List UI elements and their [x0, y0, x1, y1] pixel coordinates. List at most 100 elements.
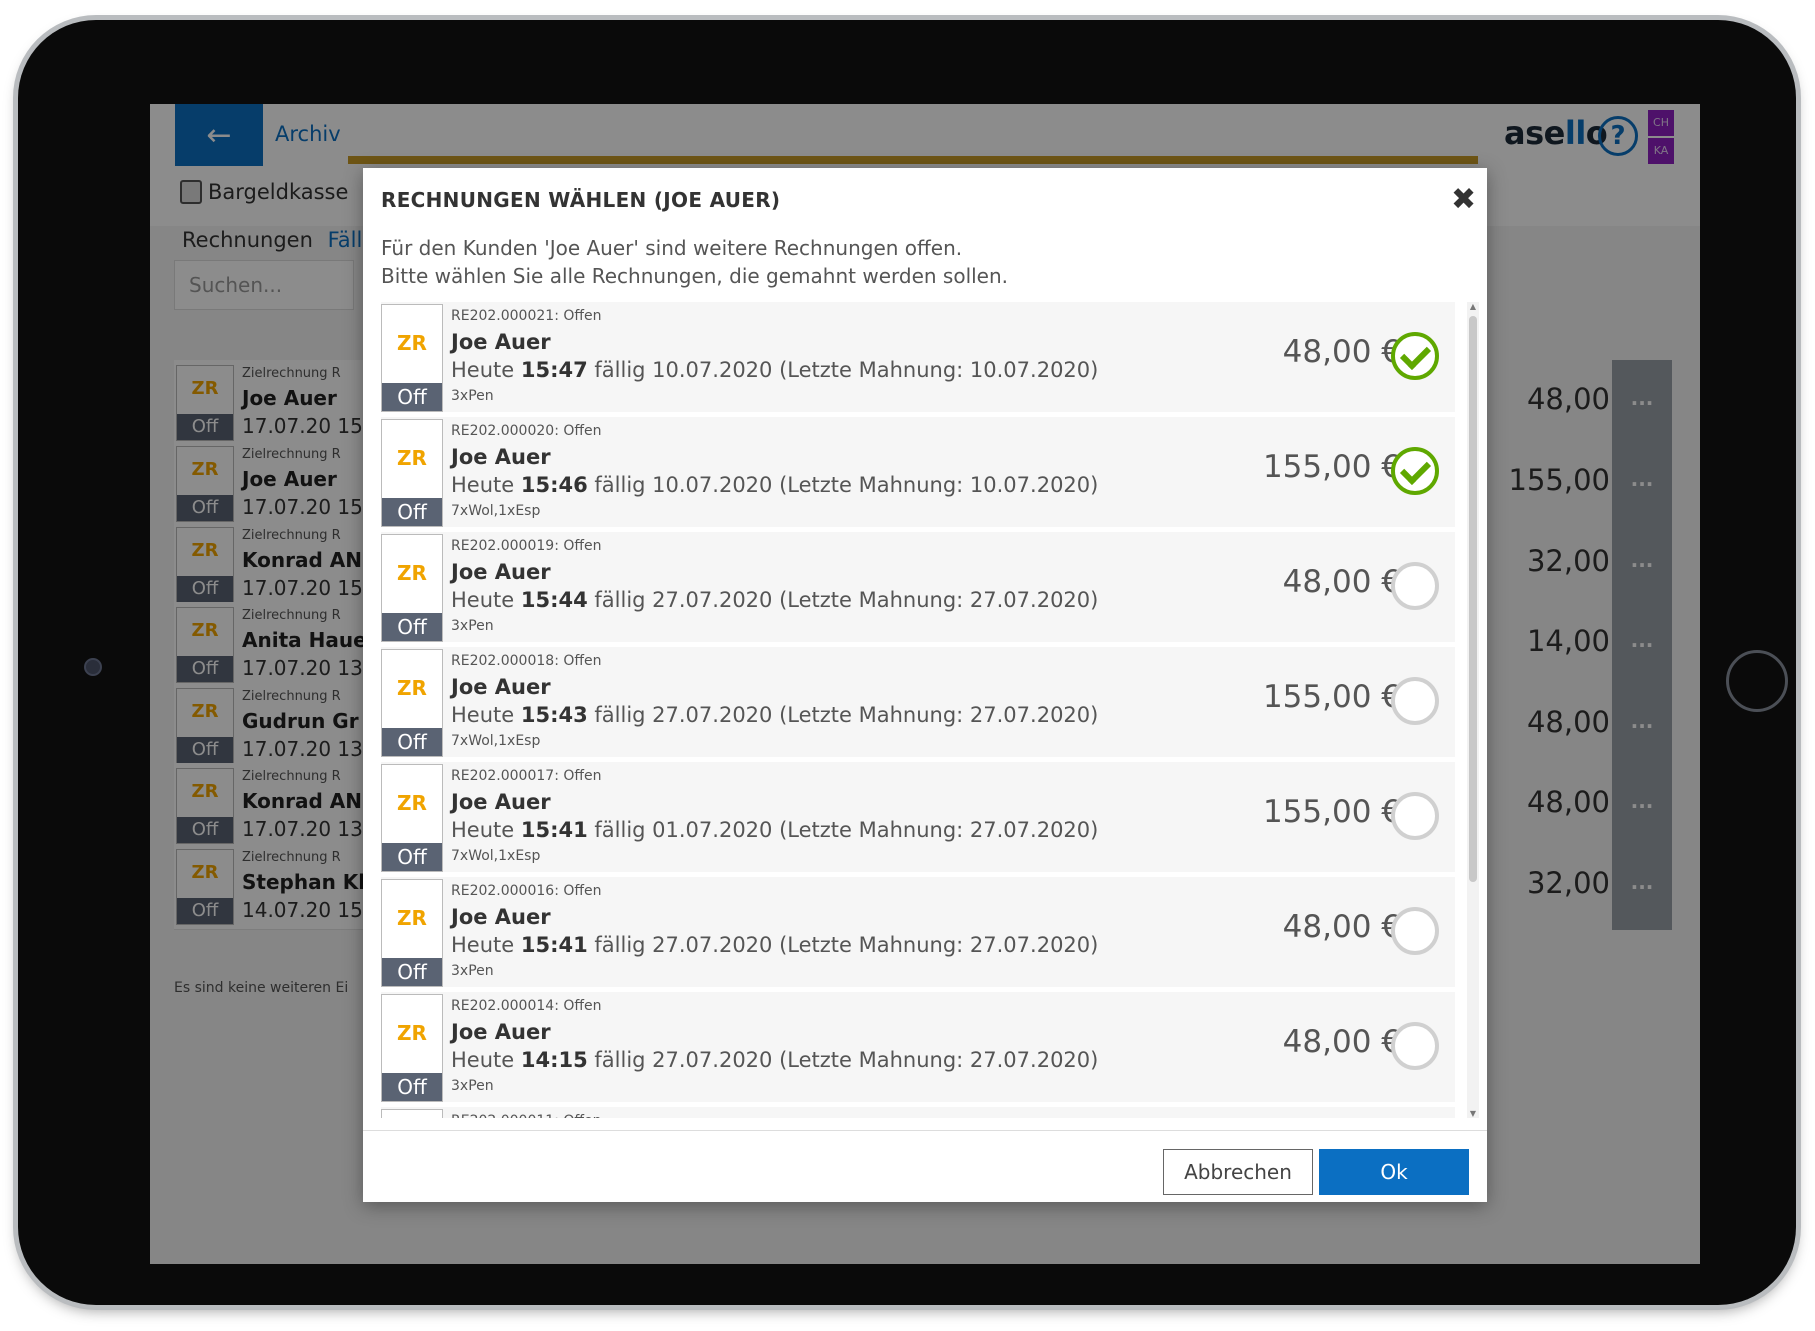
- invoice-reference: RE202.000018: Offen: [451, 653, 602, 669]
- invoice-item[interactable]: ZR Off RE202.000018: Offen Joe Auer Heute 15…: [381, 647, 1455, 757]
- due-text: fällig 10.07.2020 (Letzte Mahnung: 10.07…: [587, 473, 1099, 497]
- invoice-reference: RE202.000016: Offen: [451, 883, 602, 899]
- invoice-type-badge: ZR Off: [381, 764, 443, 872]
- status-badge: Off: [382, 383, 442, 411]
- dialog-message-line-1: Für den Kunden 'Joe Auer' sind weitere R…: [381, 236, 963, 260]
- status-badge: Off: [382, 843, 442, 871]
- customer-name: Joe Auer: [451, 905, 551, 929]
- customer-name: Joe Auer: [451, 560, 551, 584]
- due-text: fällig 27.07.2020 (Letzte Mahnung: 27.07…: [587, 933, 1099, 957]
- due-prefix: Heute: [451, 933, 521, 957]
- cancel-button[interactable]: Abbrechen: [1163, 1149, 1313, 1195]
- due-info: Heute 15:44 fällig 27.07.2020 (Letzte Ma…: [451, 588, 1098, 612]
- due-prefix: Heute: [451, 1048, 521, 1072]
- badge-code: ZR: [397, 446, 427, 470]
- customer-name: Joe Auer: [451, 675, 551, 699]
- invoice-amount: 48,00 €: [1282, 564, 1401, 600]
- invoice-reference: RE202.000014: Offen: [451, 998, 602, 1014]
- invoice-amount: 155,00 €: [1262, 794, 1401, 830]
- due-prefix: Heute: [451, 703, 521, 727]
- invoice-amount: 155,00 €: [1262, 679, 1401, 715]
- invoice-item[interactable]: ZR Off RE202.000019: Offen Joe Auer Heute 15…: [381, 532, 1455, 642]
- article-summary: 3xPen: [451, 388, 494, 404]
- invoice-reference: RE202.000021: Offen: [451, 308, 602, 324]
- due-text: fällig 27.07.2020 (Letzte Mahnung: 27.07…: [587, 703, 1099, 727]
- invoice-time: 15:46: [520, 473, 588, 497]
- status-badge: Off: [382, 958, 442, 986]
- due-info: Heute 14:15 fällig 27.07.2020 (Letzte Ma…: [451, 1048, 1098, 1072]
- article-summary: 3xPen: [451, 1078, 494, 1094]
- close-icon[interactable]: ✖: [1451, 182, 1476, 217]
- due-info: Heute 15:41 fällig 27.07.2020 (Letzte Ma…: [451, 933, 1098, 957]
- due-info: Heute 15:43 fällig 27.07.2020 (Letzte Ma…: [451, 703, 1098, 727]
- scrollbar-thumb[interactable]: [1469, 316, 1477, 882]
- status-badge: Off: [382, 1073, 442, 1101]
- select-checkbox[interactable]: [1391, 332, 1439, 380]
- select-checkbox[interactable]: [1391, 677, 1439, 725]
- scroll-up-icon[interactable]: ▲: [1467, 302, 1479, 311]
- dialog-footer: Abbrechen Ok: [363, 1130, 1487, 1202]
- scrollbar[interactable]: ▲ ▼: [1467, 302, 1479, 1118]
- invoice-item[interactable]: ZR Off RE202.000021: Offen Joe Auer Heute 15…: [381, 302, 1455, 412]
- invoice-time: 15:44: [520, 588, 588, 612]
- due-prefix: Heute: [451, 588, 521, 612]
- app-screen: ← Archiv asello ? CH KA Bargeldkasse Rec…: [150, 104, 1700, 1264]
- select-checkbox[interactable]: [1391, 907, 1439, 955]
- scroll-down-icon[interactable]: ▼: [1467, 1109, 1479, 1118]
- invoice-time: 14:15: [520, 1048, 588, 1072]
- customer-name: Joe Auer: [451, 330, 551, 354]
- article-summary: 7xWol,1xEsp: [451, 848, 541, 864]
- customer-name: Joe Auer: [451, 790, 551, 814]
- invoice-type-badge: ZR Off: [381, 649, 443, 757]
- invoice-time: 15:41: [520, 818, 588, 842]
- status-badge: Off: [382, 613, 442, 641]
- invoice-type-badge: [381, 1109, 443, 1118]
- invoice-list: ZR Off RE202.000021: Offen Joe Auer Heute 15…: [381, 302, 1455, 1118]
- article-summary: 7xWol,1xEsp: [451, 733, 541, 749]
- badge-code: ZR: [397, 561, 427, 585]
- due-info: Heute 15:41 fällig 01.07.2020 (Letzte Ma…: [451, 818, 1098, 842]
- article-summary: 3xPen: [451, 618, 494, 634]
- dialog-title: RECHNUNGEN WÄHLEN (JOE AUER): [381, 188, 781, 212]
- select-checkbox[interactable]: [1391, 562, 1439, 610]
- invoice-time: 15:47: [520, 358, 588, 382]
- invoice-reference: RE202.000019: Offen: [451, 538, 602, 554]
- badge-code: ZR: [397, 1021, 427, 1045]
- select-checkbox[interactable]: [1391, 1022, 1439, 1070]
- select-checkbox[interactable]: [1391, 792, 1439, 840]
- due-prefix: Heute: [451, 473, 521, 497]
- due-text: fällig 27.07.2020 (Letzte Mahnung: 27.07…: [587, 588, 1099, 612]
- invoice-type-badge: ZR Off: [381, 419, 443, 527]
- due-info: Heute 15:46 fällig 10.07.2020 (Letzte Ma…: [451, 473, 1098, 497]
- badge-code: ZR: [397, 906, 427, 930]
- invoice-item[interactable]: ZR Off RE202.000020: Offen Joe Auer Heute 15…: [381, 417, 1455, 527]
- invoice-type-badge: ZR Off: [381, 534, 443, 642]
- invoice-amount: 48,00 €: [1282, 1024, 1401, 1060]
- dialog-message-line-2: Bitte wählen Sie alle Rechnungen, die ge…: [381, 264, 1009, 288]
- invoice-item[interactable]: RE202.000011: Offen: [381, 1107, 1455, 1118]
- invoice-amount: 155,00 €: [1262, 449, 1401, 485]
- article-summary: 3xPen: [451, 963, 494, 979]
- due-info: Heute 15:47 fällig 10.07.2020 (Letzte Ma…: [451, 358, 1098, 382]
- due-prefix: Heute: [451, 818, 521, 842]
- article-summary: 7xWol,1xEsp: [451, 503, 541, 519]
- select-checkbox[interactable]: [1391, 447, 1439, 495]
- invoice-type-badge: ZR Off: [381, 879, 443, 987]
- badge-code: ZR: [397, 791, 427, 815]
- front-camera: [84, 658, 102, 676]
- invoice-time: 15:41: [520, 933, 588, 957]
- ok-button[interactable]: Ok: [1319, 1149, 1469, 1195]
- badge-code: ZR: [397, 676, 427, 700]
- invoice-item[interactable]: ZR Off RE202.000017: Offen Joe Auer Heute 15…: [381, 762, 1455, 872]
- tablet-frame: ← Archiv asello ? CH KA Bargeldkasse Rec…: [18, 20, 1796, 1305]
- dialog-message: Für den Kunden 'Joe Auer' sind weitere R…: [381, 234, 1008, 290]
- invoice-item[interactable]: ZR Off RE202.000014: Offen Joe Auer Heute 14…: [381, 992, 1455, 1102]
- due-text: fällig 27.07.2020 (Letzte Mahnung: 27.07…: [587, 1048, 1099, 1072]
- status-badge: Off: [382, 498, 442, 526]
- due-prefix: Heute: [451, 358, 521, 382]
- customer-name: Joe Auer: [451, 1020, 551, 1044]
- home-button[interactable]: [1726, 650, 1788, 712]
- badge-code: ZR: [397, 331, 427, 355]
- invoice-type-badge: ZR Off: [381, 304, 443, 412]
- invoice-item[interactable]: ZR Off RE202.000016: Offen Joe Auer Heute 15…: [381, 877, 1455, 987]
